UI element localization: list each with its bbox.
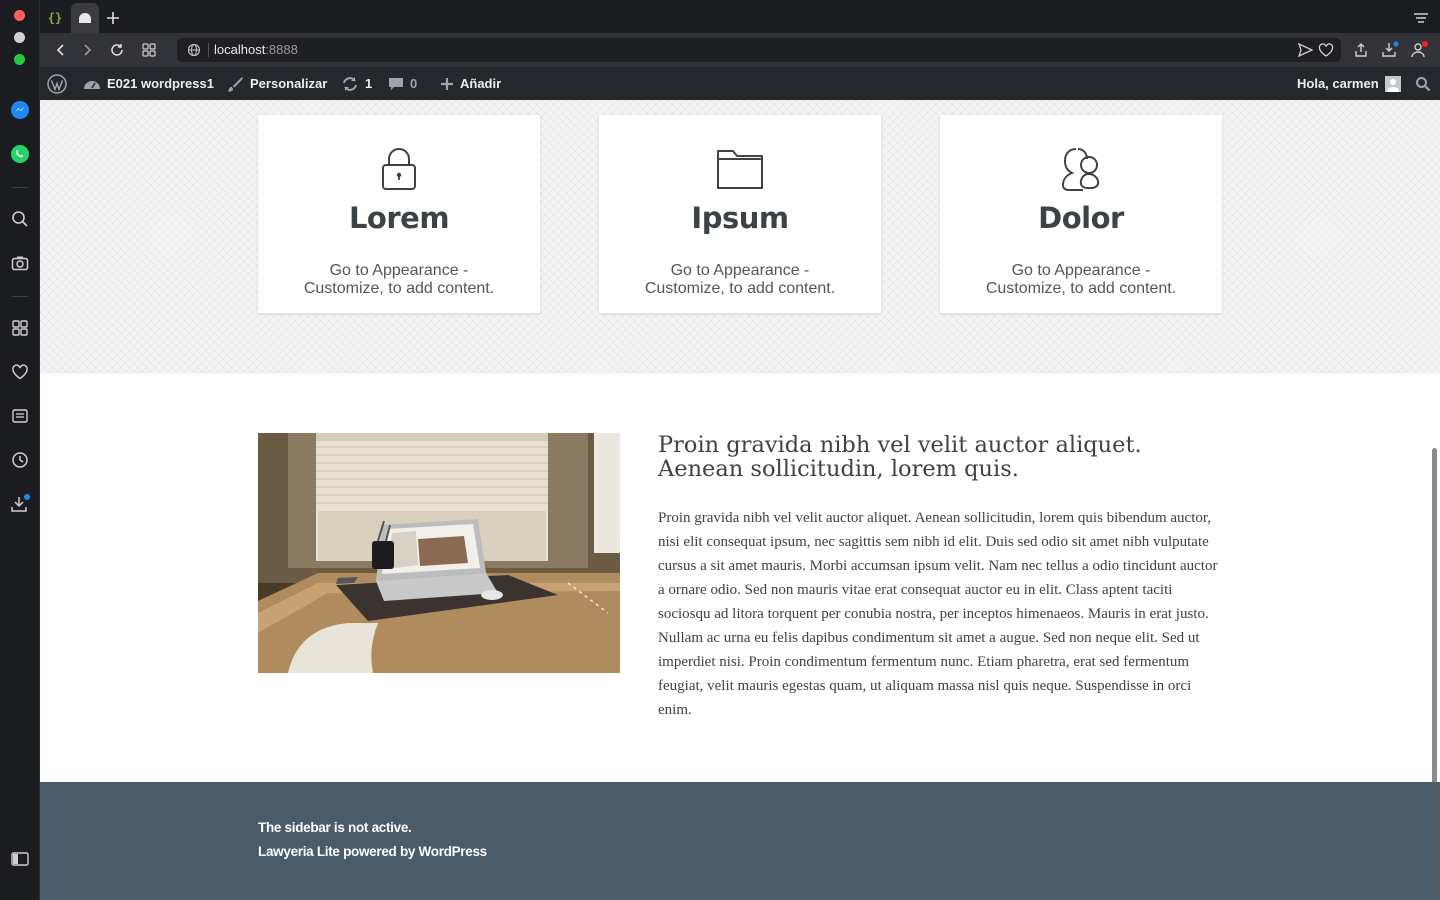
site-name-menu[interactable]: E021 wordpress1 (83, 67, 214, 100)
users-icon (1061, 148, 1100, 191)
tab-code-editor[interactable]: {} (42, 3, 68, 33)
my-account-menu[interactable]: Hola, carmen (1297, 67, 1401, 100)
code-braces-icon: {} (47, 11, 63, 25)
speed-dial-icon[interactable] (9, 317, 31, 339)
chevron-right-icon (84, 44, 92, 56)
sidebar-divider (12, 296, 28, 297)
customize-label: Personalizar (250, 76, 328, 91)
feature-title: Ipsum (691, 201, 789, 235)
share-button[interactable] (1351, 40, 1371, 60)
reload-icon (111, 44, 123, 56)
navigation-bar: localhost:8888 (40, 33, 1440, 67)
feature-text: Go to Appearance - Customize, to add con… (985, 262, 1177, 297)
updates-count: 1 (365, 76, 373, 91)
tabs-overview-button[interactable] (139, 40, 159, 60)
camera-icon[interactable] (9, 252, 31, 274)
downloads-icon[interactable] (9, 493, 31, 515)
plus-icon (107, 12, 119, 24)
messenger-icon[interactable] (9, 99, 31, 121)
bookmark-heart-icon[interactable] (1318, 43, 1334, 57)
wordpress-logo-icon (47, 73, 67, 94)
url-text: localhost:8888 (214, 42, 298, 57)
add-new-label: Añadir (460, 76, 502, 91)
add-new-menu[interactable]: Añadir (440, 67, 501, 100)
page-viewport: Lorem Go to Appearance - Customize, to a… (40, 100, 1440, 900)
sidebar-divider (12, 187, 28, 188)
account-button[interactable] (1409, 40, 1429, 60)
page-scrollbar[interactable] (1432, 448, 1437, 898)
customize-link[interactable]: Personalizar (226, 67, 327, 100)
share-icon (1355, 43, 1367, 57)
article-title: Proin gravida nibh vel velit auctor aliq… (658, 432, 1142, 482)
zoom-window-button[interactable] (14, 54, 25, 65)
news-icon[interactable] (9, 405, 31, 427)
article-text: Proin gravida nibh vel velit auctor aliq… (658, 510, 1218, 718)
close-window-button[interactable] (14, 10, 25, 21)
updates-icon (343, 76, 357, 91)
greeting-label: Hola, carmen (1297, 76, 1379, 91)
search-icon[interactable] (9, 208, 31, 230)
wp-logo-menu[interactable] (47, 67, 67, 100)
article-body: Proin gravida nibh vel velit auctor aliq… (258, 506, 1220, 778)
address-bar[interactable]: localhost:8888 (177, 38, 1341, 62)
footer-credit-link[interactable]: Lawyeria Lite powered by WordPress (258, 844, 487, 859)
back-button[interactable] (51, 40, 71, 60)
site-footer: The sidebar is not active. Lawyeria Lite… (40, 782, 1440, 900)
site-name-label: E021 wordpress1 (107, 76, 214, 91)
feature-text: Go to Appearance - Customize, to add con… (303, 262, 495, 297)
updates-link[interactable]: 1 (341, 67, 372, 100)
lock-icon (382, 148, 416, 190)
feature-card: Dolor Go to Appearance - Customize, to a… (940, 115, 1222, 313)
tab-menu-icon (1414, 13, 1428, 23)
feature-text: Go to Appearance - Customize, to add con… (644, 262, 836, 297)
address-divider (208, 43, 209, 57)
downloads-button[interactable] (1380, 40, 1400, 60)
tab-wordpress-site[interactable] (71, 3, 99, 33)
comment-bubble-icon (389, 77, 403, 90)
send-icon[interactable] (1298, 43, 1313, 57)
feature-card: Ipsum Go to Appearance - Customize, to a… (599, 115, 881, 313)
tab-menu-button[interactable] (1410, 3, 1432, 33)
admin-search-button[interactable] (1415, 67, 1431, 100)
browser-sidebar (0, 0, 40, 900)
tab-strip: {} (40, 0, 1440, 33)
reload-button[interactable] (107, 40, 127, 60)
folder-icon (717, 150, 763, 189)
history-icon[interactable] (9, 449, 31, 471)
dashboard-gauge-icon (84, 80, 100, 89)
feature-title: Dolor (1038, 201, 1124, 235)
grid-icon (142, 43, 156, 57)
user-icon (1411, 41, 1428, 58)
feature-card: Lorem Go to Appearance - Customize, to a… (258, 115, 540, 313)
search-icon (1416, 76, 1431, 91)
forward-button[interactable] (77, 40, 97, 60)
minimize-window-button[interactable] (14, 32, 25, 43)
wp-admin-bar: E021 wordpress1 Personalizar 1 0 Añadir … (40, 67, 1440, 100)
comments-link[interactable]: 0 (388, 67, 417, 100)
sidebar-notice: The sidebar is not active. (258, 820, 412, 835)
whatsapp-icon[interactable] (9, 143, 31, 165)
paintbrush-icon (227, 76, 243, 92)
download-icon (1382, 41, 1399, 57)
globe-icon (187, 43, 201, 57)
chevron-left-icon (56, 44, 64, 56)
new-tab-button[interactable] (102, 3, 124, 33)
avatar (1384, 75, 1401, 92)
plus-icon (441, 77, 453, 90)
comments-count: 0 (410, 76, 418, 91)
feature-title: Lorem (348, 201, 450, 235)
heart-icon[interactable] (9, 361, 31, 383)
sidebar-toggle-icon[interactable] (9, 848, 31, 870)
features-section: Lorem Go to Appearance - Customize, to a… (40, 100, 1440, 373)
image-float-spacer (258, 506, 658, 778)
wordpress-favicon-icon (79, 13, 91, 23)
